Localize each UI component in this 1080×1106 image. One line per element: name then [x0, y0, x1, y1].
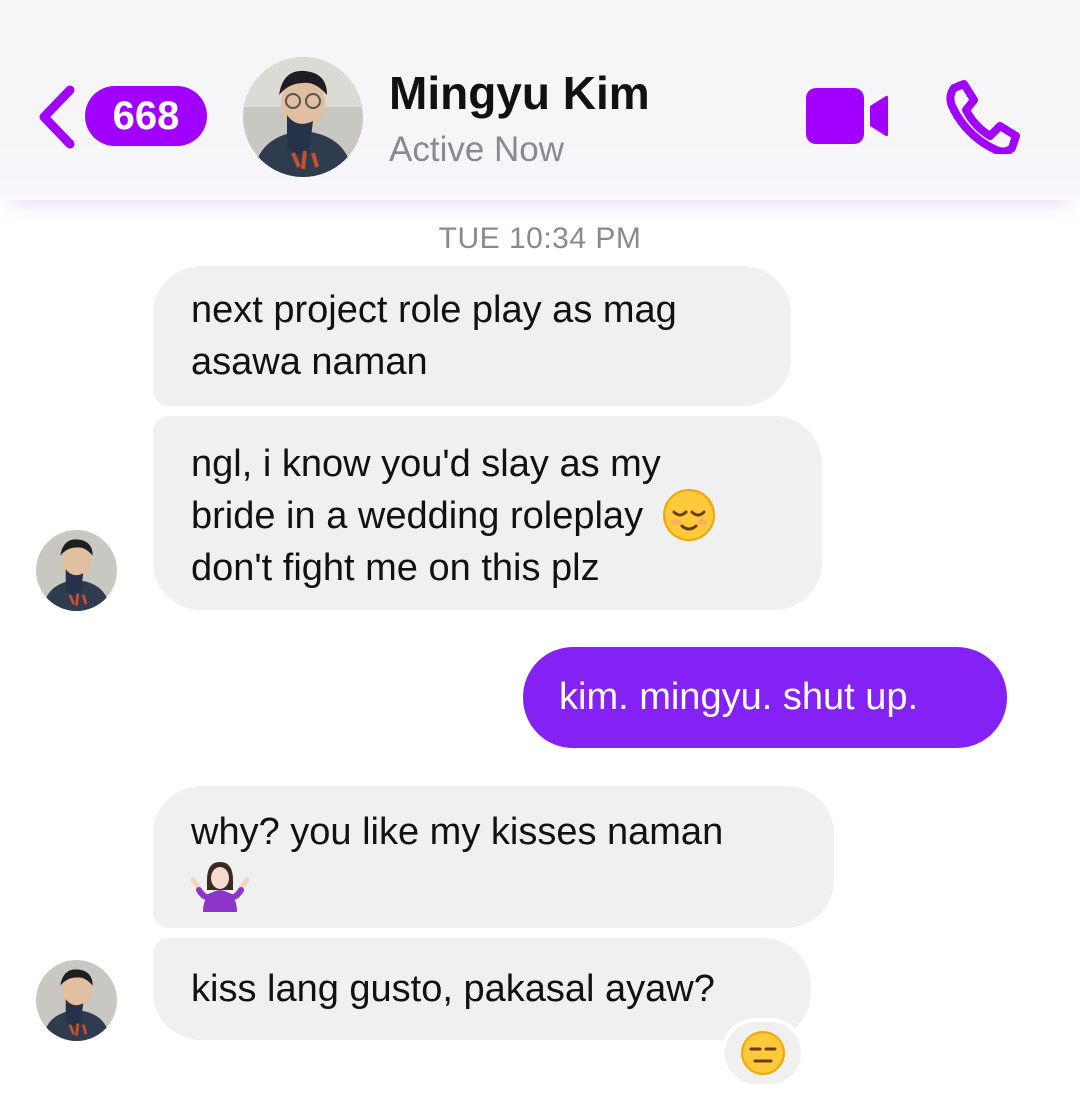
woman-shrugging-emoji-icon [191, 861, 249, 912]
message-text: bride in a wedding roleplay [191, 495, 644, 537]
incoming-message[interactable]: kiss lang gusto, pakasal ayaw? [153, 938, 811, 1040]
message-timestamp: TUE 10:34 PM [438, 222, 642, 255]
video-call-icon[interactable] [806, 88, 888, 144]
message-text: kiss lang gusto, pakasal ayaw? [191, 968, 715, 1010]
unread-count-badge[interactable]: 668 [85, 86, 207, 146]
outgoing-message[interactable]: kim. mingyu. shut up. [523, 647, 1007, 748]
contact-avatar-small[interactable] [36, 530, 117, 611]
message-text: asawa naman [191, 341, 428, 383]
message-text: don't fight me on this plz [191, 547, 600, 589]
contact-avatar-small[interactable] [36, 960, 117, 1041]
message-text: next project role play as mag [191, 289, 677, 331]
incoming-message[interactable]: next project role play as mag asawa nama… [153, 266, 791, 406]
message-text: why? you like my kisses naman [191, 811, 724, 853]
expressionless-face-emoji-icon [741, 1031, 785, 1075]
message-reaction[interactable] [721, 1018, 805, 1088]
phone-call-icon[interactable] [946, 80, 1022, 154]
active-status: Active Now [389, 130, 565, 169]
contact-name[interactable]: Mingyu Kim [389, 66, 650, 120]
message-text: ngl, i know you'd slay as my [191, 443, 661, 485]
message-text: kim. mingyu. shut up. [559, 676, 919, 718]
incoming-message[interactable]: ngl, i know you'd slay as my bride in a … [153, 416, 822, 610]
incoming-message[interactable]: why? you like my kisses naman [153, 786, 834, 928]
relieved-face-emoji-icon [662, 488, 715, 541]
back-chevron-icon[interactable] [36, 84, 76, 150]
contact-avatar[interactable] [243, 57, 363, 177]
chat-header: 668 Mingyu Kim Active Now [0, 0, 1080, 200]
